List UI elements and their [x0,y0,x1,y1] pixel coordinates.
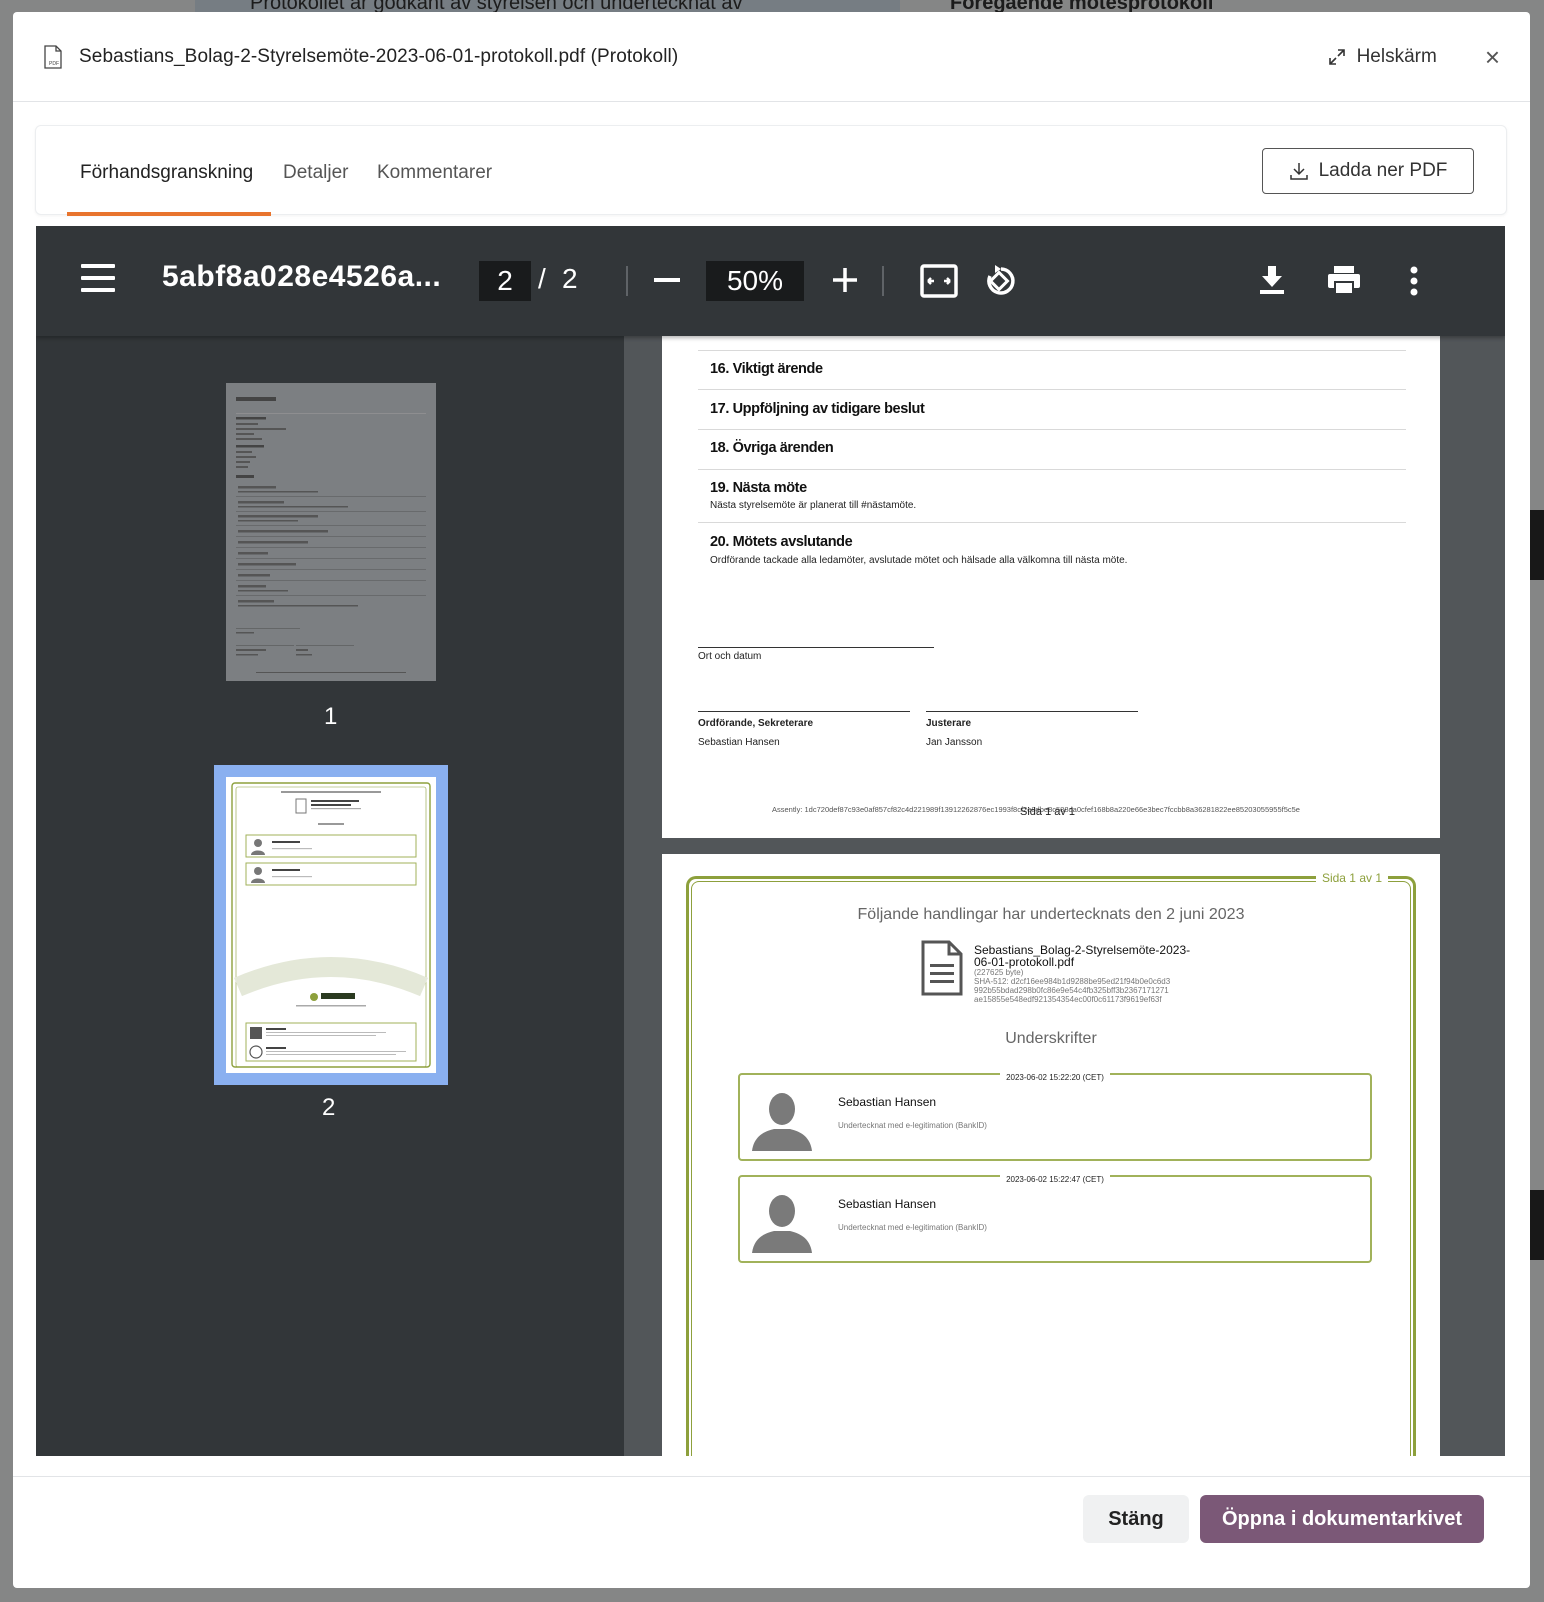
fullscreen-label: Helskärm [1356,45,1437,67]
signer-name: Jan Jansson [926,737,983,748]
agenda-item-title: 17. Uppföljning av tidigare beslut [710,401,925,417]
modal-title: Sebastians_Bolag-2-Styrelsemöte-2023-06-… [79,45,679,67]
agenda-divider [698,350,1406,351]
agenda-divider [698,429,1406,430]
signature-timestamp: 2023-06-02 15:22:20 (CET) [1000,1073,1110,1082]
more-options-icon[interactable] [1409,266,1419,301]
signer-name: Sebastian Hansen [838,1197,937,1211]
certificate-document-meta: (227625 byte) SHA-512: d2cf16ee984b1d928… [974,968,1170,1004]
tabs-bar: Förhandsgranskning Detaljer Kommentarer … [35,125,1507,216]
rotate-icon[interactable] [983,263,1019,304]
tab-preview[interactable]: Förhandsgranskning [80,162,253,184]
pdf-file-icon: PDF [43,44,63,69]
modal-footer: Stäng Öppna i dokumentarkivet [13,1476,1530,1588]
total-pages: 2 [562,263,578,294]
page-number-input[interactable]: 2 [479,261,531,301]
signatures-heading: Underskrifter [1005,1030,1097,1047]
download-icon[interactable] [1258,264,1286,301]
pdf-toolbar: 5abf8a028e4526a... 2 / 2 50% [36,226,1505,336]
fullscreen-button[interactable]: Helskärm [1327,46,1437,68]
page-thumbnail-2-selected[interactable] [214,765,448,1085]
agenda-item-title: 18. Övriga ärenden [710,440,834,456]
download-pdf-label: Ladda ner PDF [1318,160,1448,181]
certificate-document-name: Sebastians_Bolag-2-Styrelsemöte-2023-06-… [974,943,1191,969]
download-pdf-button[interactable]: Ladda ner PDF [1262,148,1474,194]
document-preview-modal: PDF Sebastians_Bolag-2-Styrelsemöte-2023… [13,12,1530,1588]
agenda-item-description: Ordförande tackade alla ledamöter, avslu… [710,555,1128,566]
agenda-divider [698,389,1406,390]
signing-method: Undertecknat med e-legitimation (BankID) [838,1223,987,1232]
fit-to-page-icon[interactable] [920,264,958,303]
signature-timestamp: 2023-06-02 15:22:47 (CET) [1000,1175,1110,1184]
page-number-label: Sida 1 av 1 [1020,806,1076,818]
signer-name: Sebastian Hansen [698,737,780,748]
thumbnail-number-1: 1 [324,703,338,730]
agenda-item-description: Nästa styrelsemöte är planerat till #näs… [710,500,917,511]
document-hash: 992b55bdad298b0fc86e9e54c4fb325bff3b2367… [974,986,1169,995]
document-hash: SHA-512: d2cf16ee984b1d9288be95ed21f94b0… [974,977,1171,986]
pdf-viewer: 5abf8a028e4526a... 2 / 2 50% 1 2 16. Vik… [36,226,1505,1456]
open-in-archive-button[interactable]: Öppna i dokumentarkivet [1200,1495,1484,1543]
page-thumbnail-1[interactable] [226,383,436,681]
pdf-page-2: Sida 1 av 1 Följande handlingar har unde… [662,854,1440,1456]
pdf-document-name: 5abf8a028e4526a... [162,260,442,293]
print-icon[interactable] [1326,264,1362,301]
zoom-in-icon[interactable] [831,266,859,299]
page-thumbnail-2[interactable] [226,777,436,1073]
person-avatar-icon [752,1093,812,1151]
agenda-divider [698,522,1406,523]
thumbnail-sidebar: 1 2 [36,336,624,1456]
person-avatar-icon [752,1195,812,1253]
download-icon [1289,163,1308,180]
agenda-item-title: 20. Mötets avslutande [710,534,853,550]
page-separator: / [538,263,546,294]
certificate-page-number: Sida 1 av 1 [1315,871,1388,885]
agenda-divider [698,469,1406,470]
signature-line [926,711,1138,712]
thumbnail-number-2: 2 [322,1094,336,1121]
document-icon [921,940,963,996]
active-tab-indicator [67,212,271,216]
close-button[interactable]: Stäng [1083,1495,1189,1543]
modal-header: PDF Sebastians_Bolag-2-Styrelsemöte-2023… [13,12,1530,102]
close-icon[interactable]: × [1485,44,1500,70]
certificate-heading: Följande handlingar har undertecknats de… [857,906,1245,923]
zoom-level[interactable]: 50% [706,261,804,301]
expand-icon [1328,48,1345,65]
svg-text:PDF: PDF [49,61,59,67]
agenda-item-title: 16. Viktigt ärende [710,361,823,377]
signer-role: Justerare [926,718,972,729]
toolbar-divider [882,266,884,296]
pdf-page-area: 16. Viktigt ärende 17. Uppföljning av ti… [624,336,1505,1456]
signer-name: Sebastian Hansen [838,1095,937,1109]
signing-method: Undertecknat med e-legitimation (BankID) [838,1121,987,1130]
pdf-page-1: 16. Viktigt ärende 17. Uppföljning av ti… [662,336,1440,838]
signature-box: 2023-06-02 15:22:20 (CET) Sebastian Hans… [738,1073,1372,1161]
tab-comments[interactable]: Kommentarer [377,162,492,184]
signature-line [698,711,910,712]
place-date-line [698,647,934,648]
place-date-label: Ort och datum [698,651,762,662]
document-hash: ae15855e548edf921354354ec00f0c61173f9619… [974,995,1162,1004]
signer-role: Ordförande, Sekreterare [698,718,814,729]
hamburger-menu-icon[interactable] [81,264,115,294]
zoom-out-icon[interactable] [654,278,680,282]
tab-details[interactable]: Detaljer [283,162,348,184]
signature-box: 2023-06-02 15:22:47 (CET) Sebastian Hans… [738,1175,1372,1263]
toolbar-divider [626,266,628,296]
agenda-item-title: 19. Nästa möte [710,480,807,496]
document-size: (227625 byte) [974,968,1024,977]
